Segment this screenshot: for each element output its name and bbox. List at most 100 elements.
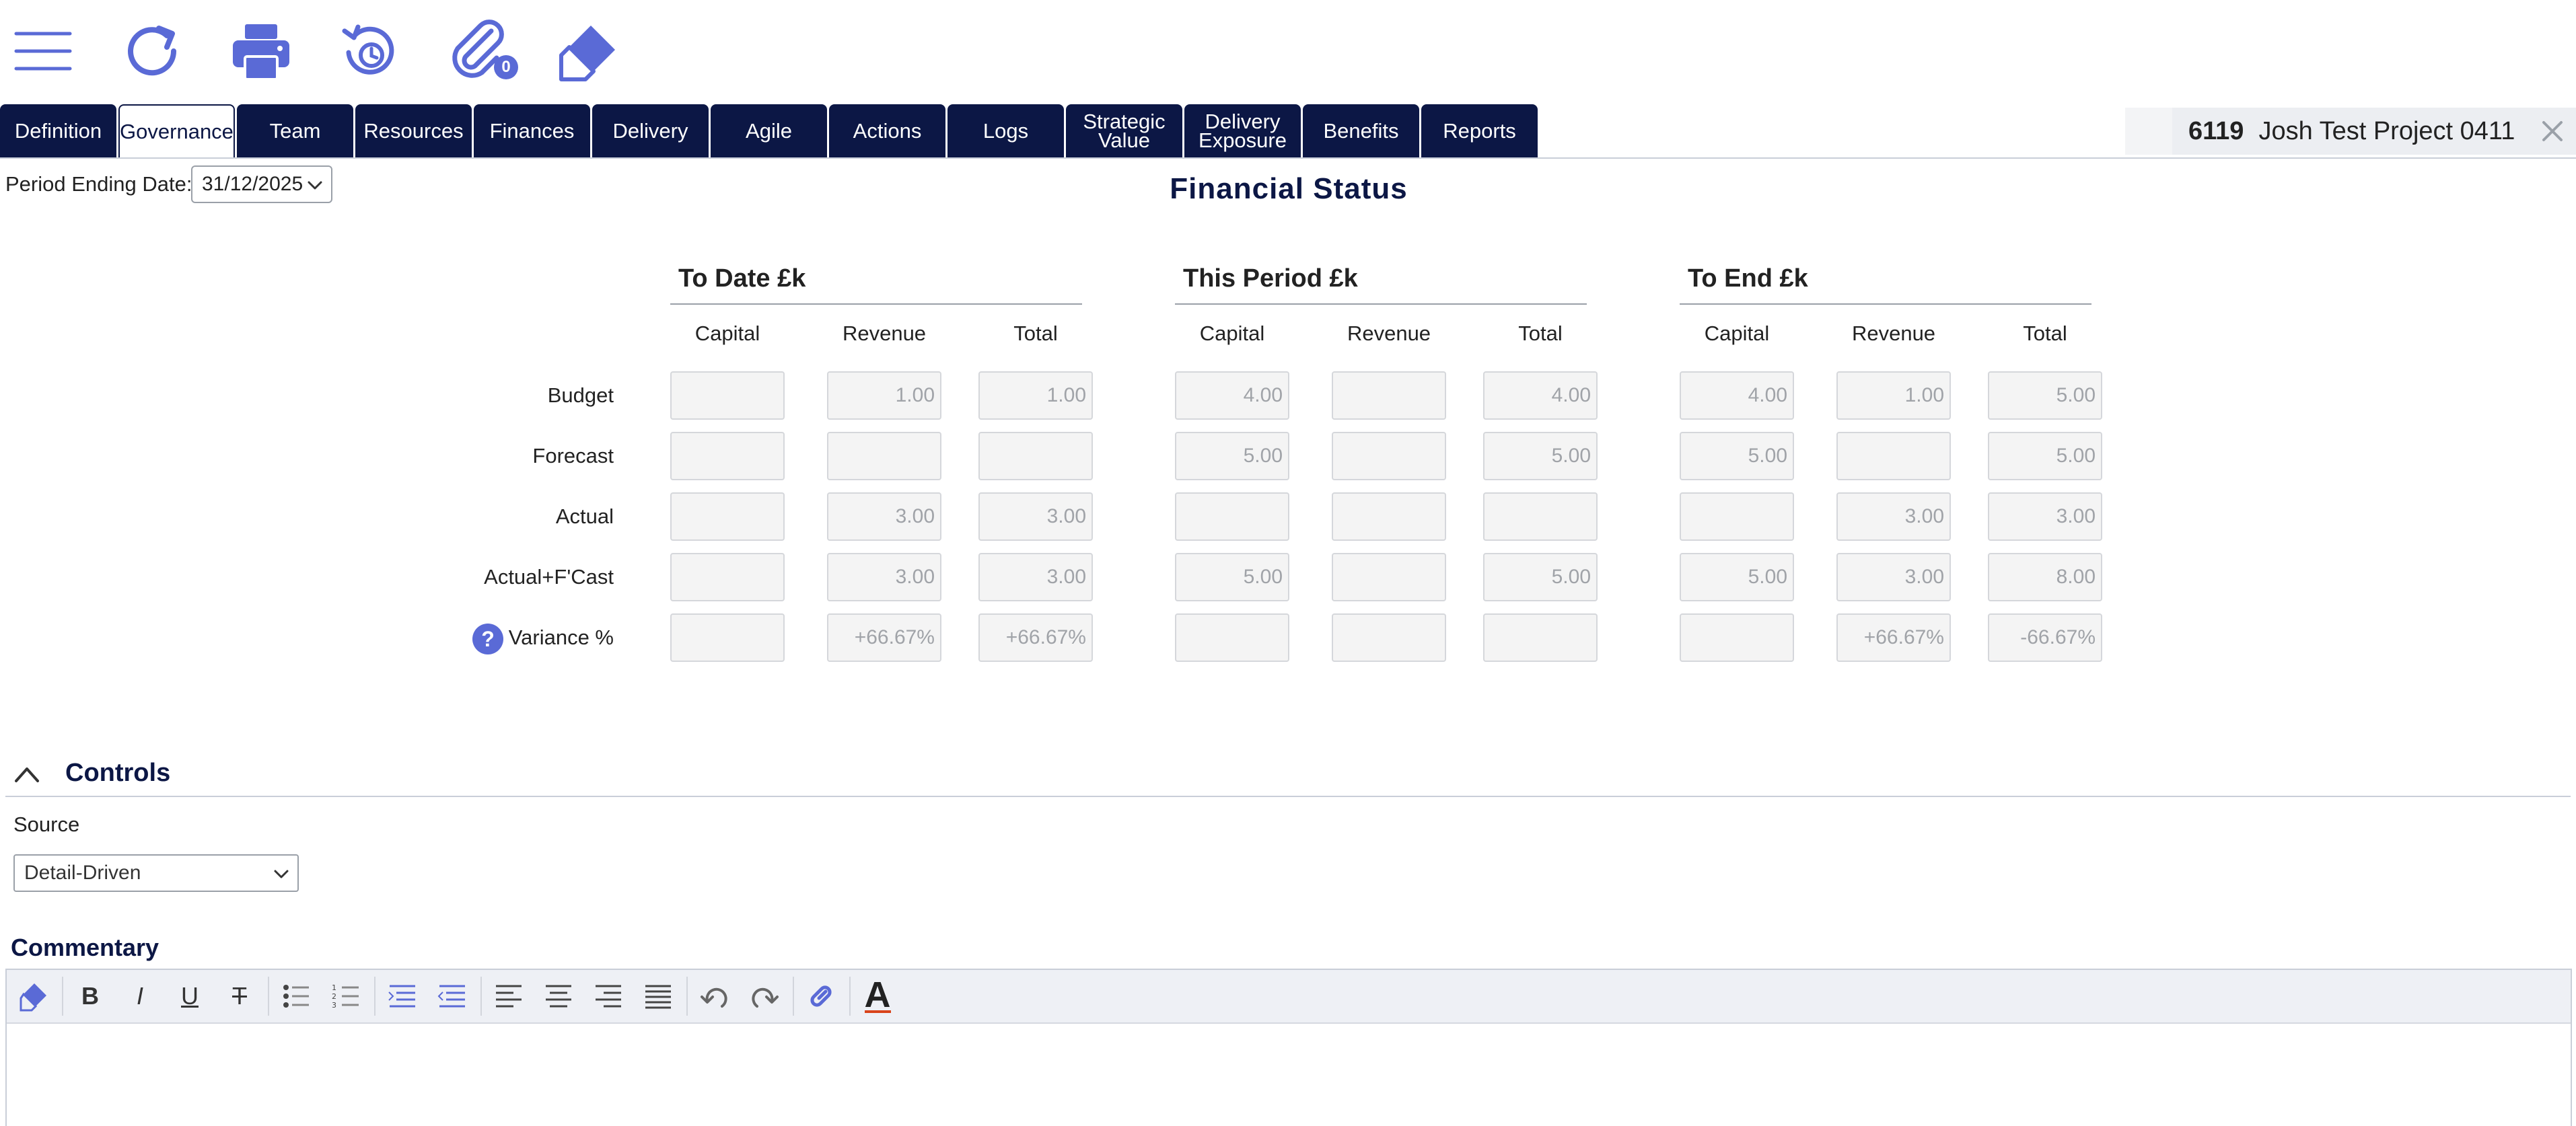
- value-cell: 1.00: [978, 371, 1093, 420]
- value-cell: 3.00: [978, 492, 1093, 541]
- value-cell: [978, 432, 1093, 480]
- page-title: Financial Status: [1170, 172, 1408, 205]
- value-cell: 3.00: [1836, 492, 1951, 541]
- value-cell: +66.67%: [978, 613, 1093, 662]
- value-cell: [1332, 492, 1446, 541]
- link-icon[interactable]: [802, 977, 840, 1015]
- undo-icon[interactable]: [696, 977, 734, 1015]
- eraser-icon[interactable]: [15, 977, 52, 1015]
- eraser-icon[interactable]: [554, 17, 622, 85]
- bold-button[interactable]: B: [71, 977, 109, 1015]
- close-icon[interactable]: [2536, 114, 2569, 148]
- period-ending-value: 31/12/2025: [202, 173, 303, 195]
- underline-button[interactable]: U: [171, 977, 209, 1015]
- value-cell: -66.67%: [1988, 613, 2102, 662]
- project-name: Josh Test Project 0411: [2258, 116, 2515, 145]
- row-label: Forecast: [532, 444, 614, 467]
- tab-reports[interactable]: Reports: [1421, 104, 1538, 158]
- justify-icon[interactable]: [639, 977, 677, 1015]
- value-cell: [1175, 613, 1289, 662]
- source-label: Source: [13, 813, 80, 836]
- value-cell: [670, 432, 785, 480]
- align-center-icon[interactable]: [540, 977, 577, 1015]
- project-header: 6119 Josh Test Project 0411: [2172, 108, 2576, 155]
- column-header: Capital: [1199, 322, 1265, 345]
- value-cell: [1483, 613, 1598, 662]
- source-select[interactable]: Detail-Driven: [13, 854, 299, 892]
- value-cell: 5.00: [1988, 432, 2102, 480]
- refresh-icon[interactable]: [118, 17, 186, 85]
- value-cell: 4.00: [1483, 371, 1598, 420]
- project-id: 6119: [2188, 116, 2244, 145]
- column-header: Revenue: [1347, 322, 1431, 345]
- row-label: Actual+F'Cast: [484, 565, 614, 589]
- tab-definition[interactable]: Definition: [0, 104, 116, 158]
- group-underline: [1175, 303, 1587, 305]
- chevron-up-icon[interactable]: [12, 762, 42, 786]
- value-cell: [670, 492, 785, 541]
- print-icon[interactable]: [227, 17, 295, 85]
- value-cell: [1483, 492, 1598, 541]
- outdent-icon[interactable]: [433, 977, 471, 1015]
- tab-governance[interactable]: Governance: [118, 104, 235, 158]
- project-selector-box[interactable]: [2125, 108, 2172, 155]
- value-cell: [827, 432, 941, 480]
- column-header: Total: [1013, 322, 1058, 345]
- group-underline: [670, 303, 1082, 305]
- value-cell: [1332, 553, 1446, 601]
- numbered-list-icon[interactable]: 123: [327, 977, 365, 1015]
- group-heading: This Period £k: [1183, 264, 1358, 293]
- tab-team[interactable]: Team: [237, 104, 353, 158]
- tab-benefits[interactable]: Benefits: [1303, 104, 1419, 158]
- value-cell: 4.00: [1680, 371, 1794, 420]
- chevron-down-icon: [274, 870, 289, 878]
- tab-agile[interactable]: Agile: [711, 104, 827, 158]
- value-cell: 8.00: [1988, 553, 2102, 601]
- tab-strategic-value[interactable]: Strategic Value: [1066, 104, 1182, 158]
- indent-icon[interactable]: [384, 977, 421, 1015]
- value-cell: 1.00: [1836, 371, 1951, 420]
- value-cell: [1836, 432, 1951, 480]
- history-icon[interactable]: [336, 17, 404, 85]
- column-header: Capital: [694, 322, 760, 345]
- tab-actions[interactable]: Actions: [829, 104, 945, 158]
- attachment-icon[interactable]: 0: [445, 17, 518, 85]
- bullet-list-icon[interactable]: [277, 977, 315, 1015]
- svg-text:3: 3: [332, 1001, 336, 1010]
- commentary-editor[interactable]: B I U T 123 A: [5, 969, 2572, 1126]
- menu-icon[interactable]: [9, 17, 77, 85]
- tab-finances[interactable]: Finances: [474, 104, 590, 158]
- column-header: Total: [2023, 322, 2067, 345]
- tab-resources[interactable]: Resources: [355, 104, 472, 158]
- period-ending-label: Period Ending Date:: [5, 172, 192, 196]
- value-cell: [670, 613, 785, 662]
- align-right-icon[interactable]: [589, 977, 627, 1015]
- tab-delivery[interactable]: Delivery: [592, 104, 709, 158]
- value-cell: [670, 371, 785, 420]
- tab-bar: Definition Governance Team Resources Fin…: [0, 104, 1540, 158]
- editor-toolbar: B I U T 123 A: [7, 970, 2571, 1024]
- value-cell: [1680, 492, 1794, 541]
- value-cell: [1332, 432, 1446, 480]
- value-cell: 5.00: [1175, 432, 1289, 480]
- tab-logs[interactable]: Logs: [947, 104, 1064, 158]
- value-cell: 5.00: [1175, 553, 1289, 601]
- value-cell: 3.00: [978, 553, 1093, 601]
- commentary-title: Commentary: [11, 934, 159, 961]
- svg-text:2: 2: [332, 992, 336, 1001]
- column-header: Revenue: [842, 322, 927, 345]
- help-icon[interactable]: ?: [472, 624, 503, 654]
- period-ending-select[interactable]: 31/12/2025: [191, 165, 332, 203]
- chevron-down-icon: [308, 181, 322, 190]
- tab-delivery-exposure[interactable]: Delivery Exposure: [1184, 104, 1301, 158]
- italic-button[interactable]: I: [121, 977, 159, 1015]
- align-left-icon[interactable]: [490, 977, 528, 1015]
- value-cell: [1680, 613, 1794, 662]
- font-color-icon[interactable]: A: [859, 977, 896, 1015]
- strikethrough-button[interactable]: T: [221, 977, 258, 1015]
- column-header: Total: [1518, 322, 1563, 345]
- redo-icon[interactable]: [746, 977, 783, 1015]
- row-label: Budget: [547, 383, 614, 407]
- value-cell: +66.67%: [827, 613, 941, 662]
- value-cell: 3.00: [827, 492, 941, 541]
